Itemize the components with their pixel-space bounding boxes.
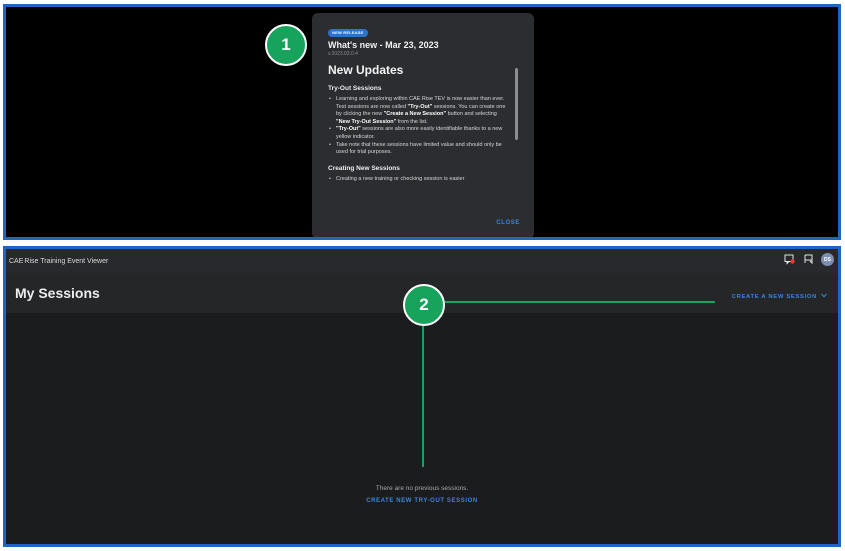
- chat-icon[interactable]: [802, 254, 814, 266]
- dialog-scrollbar[interactable]: [515, 68, 518, 140]
- callout-line-vertical: [422, 326, 424, 467]
- brand-logo: CAE: [9, 257, 24, 265]
- section-title-creating: Creating New Sessions: [328, 164, 400, 172]
- bullet-list: Learning and exploring within CAE Rise T…: [328, 96, 512, 157]
- bullet-item: Creating a new training or checking sess…: [328, 176, 512, 184]
- my-sessions-screenshot: CAE Rise Training Event Viewer DS My Ses…: [3, 246, 841, 547]
- chevron-down-icon: [821, 293, 827, 300]
- page-title: My Sessions: [15, 285, 100, 301]
- empty-state-message: There are no previous sessions.: [375, 485, 469, 492]
- dialog-heading: New Updates: [328, 63, 404, 77]
- bullet-item: Take note that these sessions have limit…: [328, 142, 512, 157]
- user-avatar[interactable]: DS: [821, 253, 834, 266]
- callout-marker-1: 1: [265, 24, 307, 66]
- create-new-session-label: CREATE A NEW SESSION: [731, 293, 817, 300]
- callout-line-horizontal: [445, 301, 715, 303]
- bullet-item: Learning and exploring within CAE Rise T…: [328, 96, 512, 126]
- whats-new-dialog: NEW RELEASE What's new - Mar 23, 2023 v.…: [312, 13, 534, 237]
- dialog-content[interactable]: Try-Out Sessions Learning and exploring …: [328, 85, 512, 207]
- new-release-badge: NEW RELEASE: [328, 29, 368, 37]
- callout-marker-2: 2: [403, 284, 445, 326]
- titlebar-actions: DS: [783, 253, 834, 266]
- bullet-list: Creating a new training or checking sess…: [328, 176, 512, 184]
- app-titlebar: CAE Rise Training Event Viewer DS: [6, 249, 838, 273]
- release-notes-screenshot: NEW RELEASE What's new - Mar 23, 2023 v.…: [3, 4, 841, 240]
- app-title: Rise Training Event Viewer: [24, 257, 109, 265]
- close-button[interactable]: CLOSE: [496, 220, 520, 226]
- notification-icon[interactable]: [783, 254, 795, 266]
- bullet-item: "Try-Out" sessions are also more easily …: [328, 126, 512, 141]
- create-try-out-session-link[interactable]: CREATE NEW TRY-OUT SESSION: [6, 498, 838, 504]
- release-version: v.2023.03.0.4: [328, 51, 358, 57]
- section-title-try-out: Try-Out Sessions: [328, 85, 382, 92]
- dialog-title: What's new - Mar 23, 2023: [328, 40, 439, 50]
- create-new-session-button[interactable]: CREATE A NEW SESSION: [732, 293, 827, 300]
